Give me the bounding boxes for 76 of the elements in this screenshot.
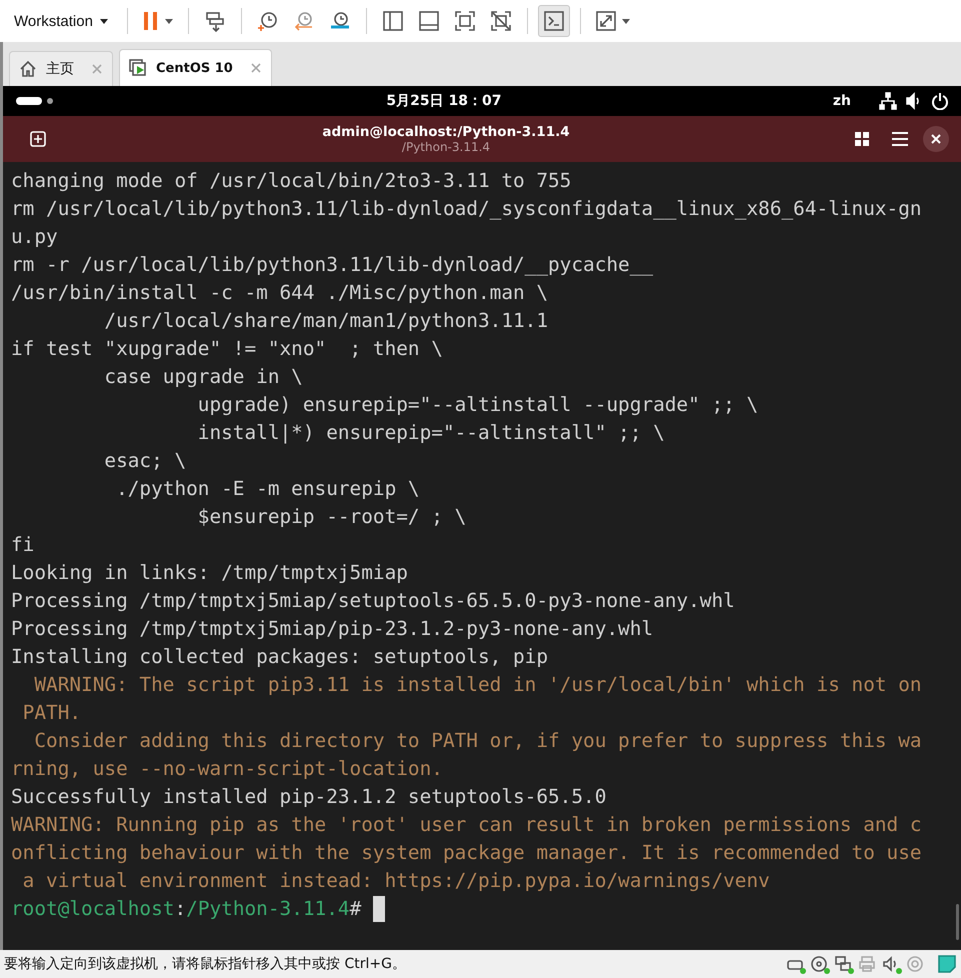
terminal-line: ./python -E -m ensurepip \	[115, 476, 421, 502]
panel-bottom-icon	[418, 10, 440, 32]
terminal-line: u.py	[11, 224, 59, 250]
prompt-path: /Python-3.11.4	[186, 896, 350, 922]
connected-dot	[848, 968, 854, 974]
close-button[interactable]	[923, 126, 949, 152]
sidebar-icon	[382, 10, 404, 32]
close-icon	[931, 134, 941, 144]
terminal-line: $ensurepip --root=/ ; \	[196, 504, 468, 530]
terminal-line: WARNING: Running pip as the 'root' user can result in broken permissions and c	[11, 812, 923, 838]
terminal-line: WARNING: The script pip3.11 is installed in '/usr/local/bin' which is not on	[33, 672, 923, 698]
terminal-line: PATH.	[22, 700, 82, 726]
workstation-menu[interactable]: Workstation	[6, 8, 117, 34]
caret-icon	[98, 16, 109, 26]
close-icon	[250, 63, 261, 73]
terminal-line: rm /usr/local/lib/python3.11/lib-dynload/_sysconfigdata__linux_x86_64-linux-gn	[11, 196, 923, 222]
terminal-line: Processing /tmp/tmptxj5miap/setuptools-65.5.0-py3-none-any.whl	[11, 588, 736, 614]
status-message: 要将输入定向到该虚拟机，请将鼠标指针移入其中或按 Ctrl+G。	[4, 955, 407, 973]
network-icon	[834, 955, 852, 973]
terminal-line: rm -r /usr/local/lib/python3.11/lib-dynload/__pycache__	[11, 252, 654, 278]
input-method[interactable]: zh	[832, 93, 851, 109]
menu-icon	[891, 131, 909, 147]
tab[interactable]: 主页	[9, 51, 113, 86]
terminal-line: a virtual environment instead: https://pip.pypa.io/warnings/venv	[22, 868, 771, 894]
device-button[interactable]	[882, 955, 900, 973]
close-icon	[92, 64, 102, 74]
terminal-line: esac; \	[103, 448, 188, 474]
caret-icon	[620, 16, 631, 26]
prompt-user: root@localhost	[11, 896, 174, 922]
terminal-line: changing mode of /usr/local/bin/2to3-3.11 to 755	[11, 168, 572, 194]
connected-dot	[824, 968, 830, 974]
tab[interactable]: CentOS 10	[119, 49, 272, 86]
activities-indicator-icon	[15, 96, 55, 106]
terminal-line: Processing /tmp/tmptxj5miap/pip-23.1.2-py3-none-any.whl	[11, 616, 654, 642]
terminal-line: rning, use --no-warn-script-location.	[11, 756, 444, 782]
grid-icon	[854, 131, 870, 147]
terminal-line: Looking in links: /tmp/tmptxj5miap	[11, 560, 409, 586]
connected-dot	[896, 968, 902, 974]
terminal-line: onflicting behaviour with the system package manager. It is recommended to use	[11, 840, 923, 866]
home-icon	[18, 59, 38, 79]
terminal-line: Successfully installed pip-23.1.2 setuptools-65.5.0	[11, 784, 608, 810]
network-icon	[879, 92, 897, 110]
device-button[interactable]	[834, 955, 852, 973]
plus-square-icon	[29, 130, 47, 148]
terminal-line: case upgrade in \	[103, 364, 304, 390]
fullscreen-icon	[454, 10, 476, 32]
prompt-symbol: #	[350, 896, 362, 922]
terminal-line: /usr/bin/install -c -m 644 ./Misc/python.man \	[11, 280, 550, 306]
pause-icon	[142, 10, 160, 32]
terminal-line: if test "xupgrade" != "xno" ; then \	[11, 336, 444, 362]
prompt-separator: :	[174, 896, 186, 922]
power-icon	[931, 92, 949, 110]
printer-icon	[858, 955, 876, 973]
clock-plus-icon	[256, 10, 279, 32]
device-button[interactable]	[810, 955, 828, 973]
caret-icon	[164, 16, 174, 26]
disc-icon	[810, 955, 828, 973]
terminal-line: install|*) ensurepip="--altinstall" ;; \	[196, 420, 666, 446]
terminal-line: upgrade) ensurepip="--altinstall --upgrade" ;; \	[196, 392, 760, 418]
window-subtitle: /Python-3.11.4	[402, 140, 490, 154]
terminal-line: Installing collected packages: setuptools, pip	[11, 644, 550, 670]
terminal-line: fi	[11, 532, 36, 558]
vm-play-icon	[128, 58, 148, 78]
toolbar-button[interactable]	[538, 5, 570, 37]
terminal-line: /usr/local/share/man/man1/python3.11.1	[103, 308, 550, 334]
unity-off-icon	[490, 10, 512, 32]
cursor	[373, 896, 386, 922]
note-icon	[937, 954, 957, 974]
scrollbar	[956, 904, 959, 940]
clock-arrow-icon	[292, 10, 315, 32]
window-title: admin@localhost:/Python-3.11.4	[322, 124, 570, 140]
expand-icon	[594, 10, 617, 32]
connected-dot	[800, 968, 806, 974]
clock[interactable]: 5月25日 18：07	[55, 92, 833, 110]
terminal-icon	[542, 10, 565, 32]
terminal-line: Consider adding this directory to PATH or, if you prefer to suppress this wa	[33, 728, 923, 754]
